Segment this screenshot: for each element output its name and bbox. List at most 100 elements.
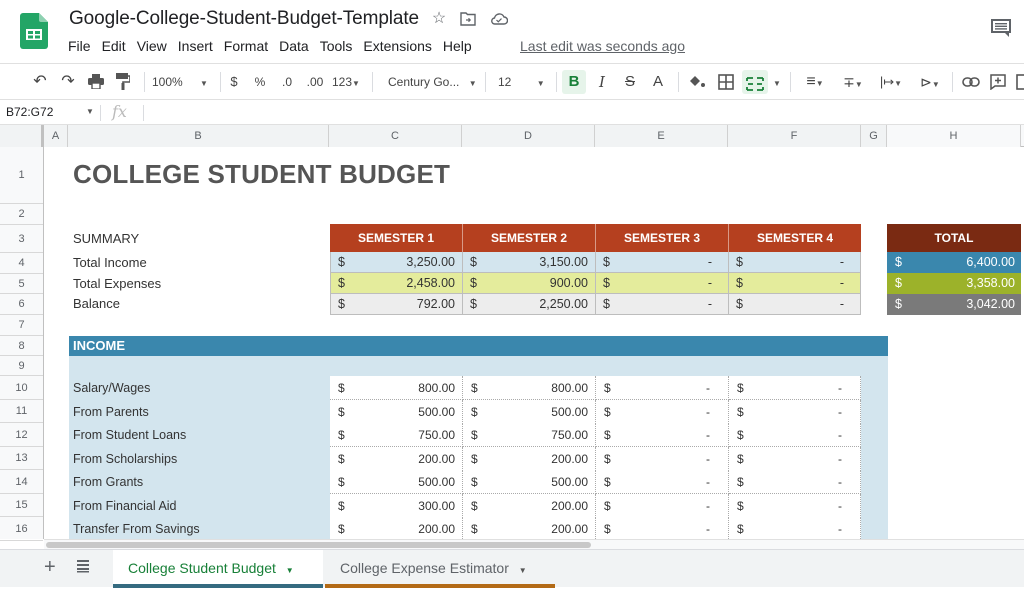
- income-amount-cell[interactable]: $ -: [729, 423, 861, 447]
- summary-balance-cell[interactable]: $792.00: [330, 294, 463, 315]
- row-header[interactable]: 3: [0, 225, 43, 253]
- summary-income-cell[interactable]: $ -: [729, 252, 861, 273]
- row-header[interactable]: 7: [0, 315, 43, 336]
- income-amount-cell[interactable]: $ -: [596, 494, 729, 518]
- more-formats-button[interactable]: 123▼: [332, 70, 366, 94]
- income-amount-cell[interactable]: $200.00: [463, 447, 596, 471]
- add-sheet-button[interactable]: +: [44, 556, 56, 579]
- sheet-grid[interactable]: COLLEGE STUDENT BUDGET SUMMARY Total Inc…: [44, 147, 1024, 539]
- italic-button[interactable]: I: [592, 70, 612, 94]
- row-header[interactable]: 13: [0, 447, 43, 470]
- income-amount-cell[interactable]: $ -: [729, 494, 861, 518]
- undo-icon[interactable]: ↶: [30, 70, 50, 94]
- income-amount-cell[interactable]: $ -: [729, 470, 861, 494]
- total-balance-cell[interactable]: $3,042.00: [887, 294, 1021, 315]
- income-amount-cell[interactable]: $ -: [596, 517, 729, 539]
- summary-income-cell[interactable]: $3,250.00: [330, 252, 463, 273]
- column-header-g[interactable]: G: [861, 125, 887, 147]
- row-header[interactable]: 15: [0, 494, 43, 517]
- income-amount-cell[interactable]: $ -: [596, 376, 729, 400]
- column-header-f[interactable]: F: [728, 125, 861, 147]
- currency-format-button[interactable]: $: [226, 70, 242, 94]
- text-rotation-button[interactable]: ⊳▼: [914, 70, 946, 94]
- zoom-select[interactable]: 100% ▼: [152, 70, 214, 94]
- income-amount-cell[interactable]: $500.00: [330, 400, 463, 424]
- summary-expense-cell[interactable]: $900.00: [463, 273, 596, 294]
- row-header[interactable]: 6: [0, 294, 43, 315]
- income-amount-cell[interactable]: $200.00: [463, 494, 596, 518]
- summary-label[interactable]: SUMMARY: [73, 231, 139, 246]
- menu-data[interactable]: Data: [279, 38, 315, 54]
- income-row-label[interactable]: From Scholarships: [73, 452, 177, 466]
- column-header-h[interactable]: H: [887, 125, 1021, 147]
- semester-3-header[interactable]: SEMESTER 3: [596, 224, 729, 252]
- sheet-tab-college-student-budget[interactable]: College Student Budget ▼: [113, 550, 323, 588]
- menu-file[interactable]: File: [68, 38, 97, 54]
- font-family-select[interactable]: Century Go... ▼: [388, 70, 480, 94]
- column-header-e[interactable]: E: [595, 125, 728, 147]
- row-header[interactable]: 5: [0, 274, 43, 294]
- increase-decimal-button[interactable]: .00: [304, 70, 326, 94]
- sheet-tab-college-expense-estimator[interactable]: College Expense Estimator ▼: [325, 550, 555, 588]
- income-amount-cell[interactable]: $ -: [596, 470, 729, 494]
- total-expenses-label[interactable]: Total Expenses: [73, 276, 161, 291]
- row-header[interactable]: 2: [0, 204, 43, 225]
- vertical-align-button[interactable]: ∓▼: [838, 70, 868, 94]
- income-amount-cell[interactable]: $ -: [729, 447, 861, 471]
- select-all-corner[interactable]: [0, 125, 44, 147]
- menu-edit[interactable]: Edit: [102, 38, 132, 54]
- sheet-title[interactable]: COLLEGE STUDENT BUDGET: [73, 159, 450, 190]
- income-amount-cell[interactable]: $200.00: [463, 517, 596, 539]
- total-expenses-cell[interactable]: $3,358.00: [887, 273, 1021, 294]
- row-header[interactable]: 1: [0, 147, 43, 204]
- row-header[interactable]: 11: [0, 400, 43, 423]
- semester-4-header[interactable]: SEMESTER 4: [729, 224, 861, 252]
- summary-balance-cell[interactable]: $ -: [729, 294, 861, 315]
- income-amount-cell[interactable]: $500.00: [463, 400, 596, 424]
- comment-history-icon[interactable]: [990, 18, 1012, 38]
- percent-format-button[interactable]: %: [252, 70, 268, 94]
- row-header[interactable]: 9: [0, 356, 43, 376]
- insert-chart-icon[interactable]: [1016, 74, 1024, 90]
- income-row-label[interactable]: From Parents: [73, 405, 149, 419]
- total-income-cell[interactable]: $6,400.00: [887, 252, 1021, 273]
- income-amount-cell[interactable]: $ -: [596, 400, 729, 424]
- redo-icon[interactable]: ↷: [58, 70, 78, 94]
- formula-input[interactable]: [150, 105, 1010, 121]
- insert-comment-icon[interactable]: [990, 74, 1006, 90]
- income-amount-cell[interactable]: $ -: [596, 423, 729, 447]
- paint-format-icon[interactable]: [116, 73, 130, 90]
- row-header[interactable]: 4: [0, 253, 43, 274]
- income-amount-cell[interactable]: $200.00: [330, 447, 463, 471]
- merge-cells-button[interactable]: [742, 70, 768, 94]
- fill-color-icon[interactable]: [688, 74, 706, 90]
- chevron-down-icon[interactable]: ▼: [286, 566, 294, 575]
- income-row-label[interactable]: From Student Loans: [73, 428, 186, 442]
- summary-income-cell[interactable]: $ -: [596, 252, 729, 273]
- horizontal-align-button[interactable]: ≡▼: [800, 70, 830, 94]
- menu-help[interactable]: Help: [443, 38, 478, 54]
- income-row-label[interactable]: From Financial Aid: [73, 499, 177, 513]
- document-title[interactable]: Google-College-Student-Budget-Template: [69, 8, 419, 30]
- row-header[interactable]: 12: [0, 423, 43, 447]
- balance-label[interactable]: Balance: [73, 296, 120, 311]
- row-header[interactable]: 14: [0, 470, 43, 494]
- column-header-b[interactable]: B: [68, 125, 329, 147]
- total-header[interactable]: TOTAL: [887, 224, 1021, 252]
- income-amount-cell[interactable]: $ -: [729, 517, 861, 539]
- menu-extensions[interactable]: Extensions: [363, 38, 437, 54]
- menu-tools[interactable]: Tools: [320, 38, 359, 54]
- semester-2-header[interactable]: SEMESTER 2: [463, 224, 596, 252]
- sheets-logo-icon[interactable]: [20, 13, 48, 49]
- row-header[interactable]: 16: [0, 517, 43, 541]
- merge-options-caret[interactable]: ▼: [772, 70, 782, 94]
- summary-balance-cell[interactable]: $2,250.00: [463, 294, 596, 315]
- income-amount-cell[interactable]: $800.00: [463, 376, 596, 400]
- summary-expense-cell[interactable]: $ -: [729, 273, 861, 294]
- income-amount-cell[interactable]: $500.00: [463, 470, 596, 494]
- bold-button[interactable]: B: [562, 70, 586, 94]
- cloud-status-icon[interactable]: [490, 12, 508, 26]
- income-section-header[interactable]: INCOME: [69, 336, 888, 356]
- name-box[interactable]: B72:G72: [6, 105, 53, 119]
- income-row-label[interactable]: Salary/Wages: [73, 381, 150, 395]
